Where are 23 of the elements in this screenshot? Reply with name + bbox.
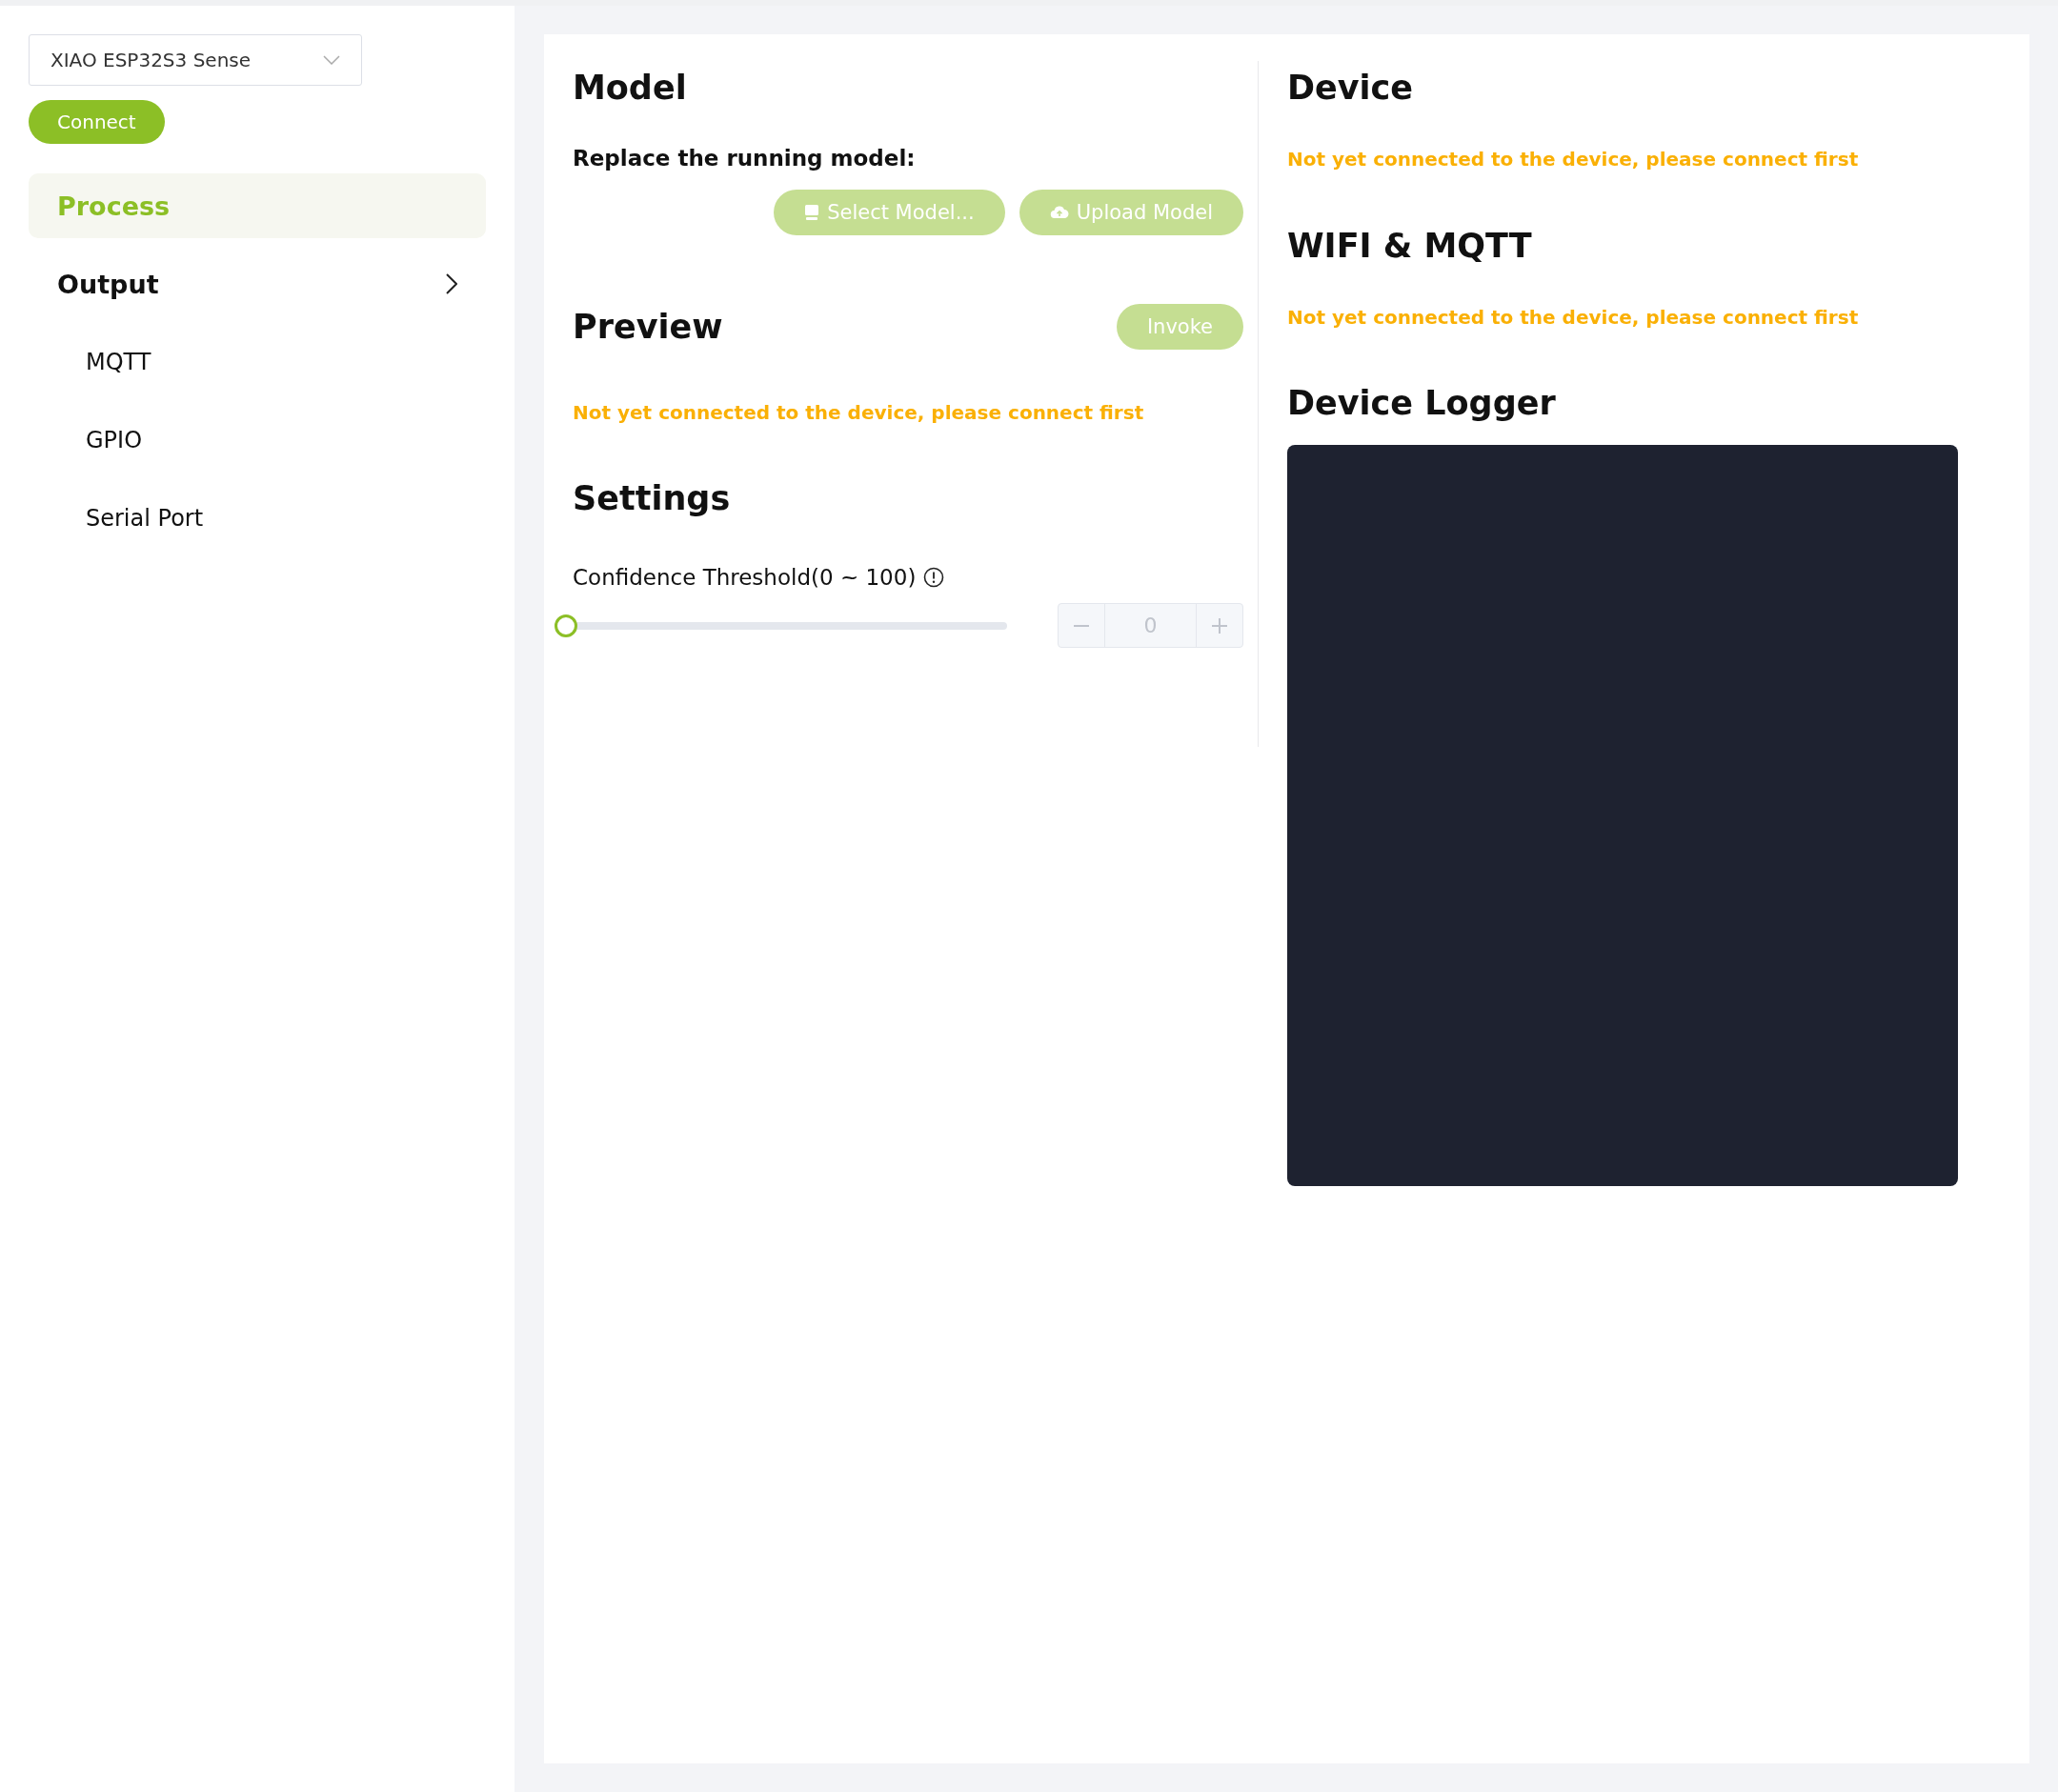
section-heading: WIFI & MQTT (1287, 226, 1533, 267)
warning-text: Not yet connected to the device, please connect first (1287, 306, 1860, 329)
sidebar-subitem[interactable]: GPIO (29, 408, 486, 473)
device-select[interactable]: XIAO ESP32S3 Sense (29, 34, 362, 86)
section-heading: Preview (573, 307, 723, 348)
connect-button[interactable]: Connect (29, 100, 165, 144)
model-label: Replace the running model: (573, 146, 917, 171)
sidebar-item[interactable]: Process (29, 173, 486, 238)
warning-text: Not yet connected to the device, please connect first (1287, 148, 1860, 171)
sidebar-subitem[interactable]: Serial Port (29, 486, 486, 551)
warning-text: Not yet connected to the device, please connect first (573, 401, 1145, 424)
monitor-icon (804, 204, 820, 221)
chevron-right-icon (446, 273, 457, 294)
section-heading: Device (1287, 68, 1415, 109)
chevron-down-icon (323, 55, 340, 65)
info-icon (923, 567, 945, 588)
cloud-upload-icon (1049, 205, 1069, 220)
sidebar-subitem[interactable]: MQTT (29, 330, 486, 394)
sidebar-item[interactable]: Output (29, 252, 486, 316)
section-heading: Settings (573, 478, 732, 519)
threshold-label: Confidence Threshold(0 ~ 100) (573, 565, 917, 590)
section-heading: Model (573, 68, 688, 109)
section-heading: Device Logger (1287, 383, 1557, 424)
